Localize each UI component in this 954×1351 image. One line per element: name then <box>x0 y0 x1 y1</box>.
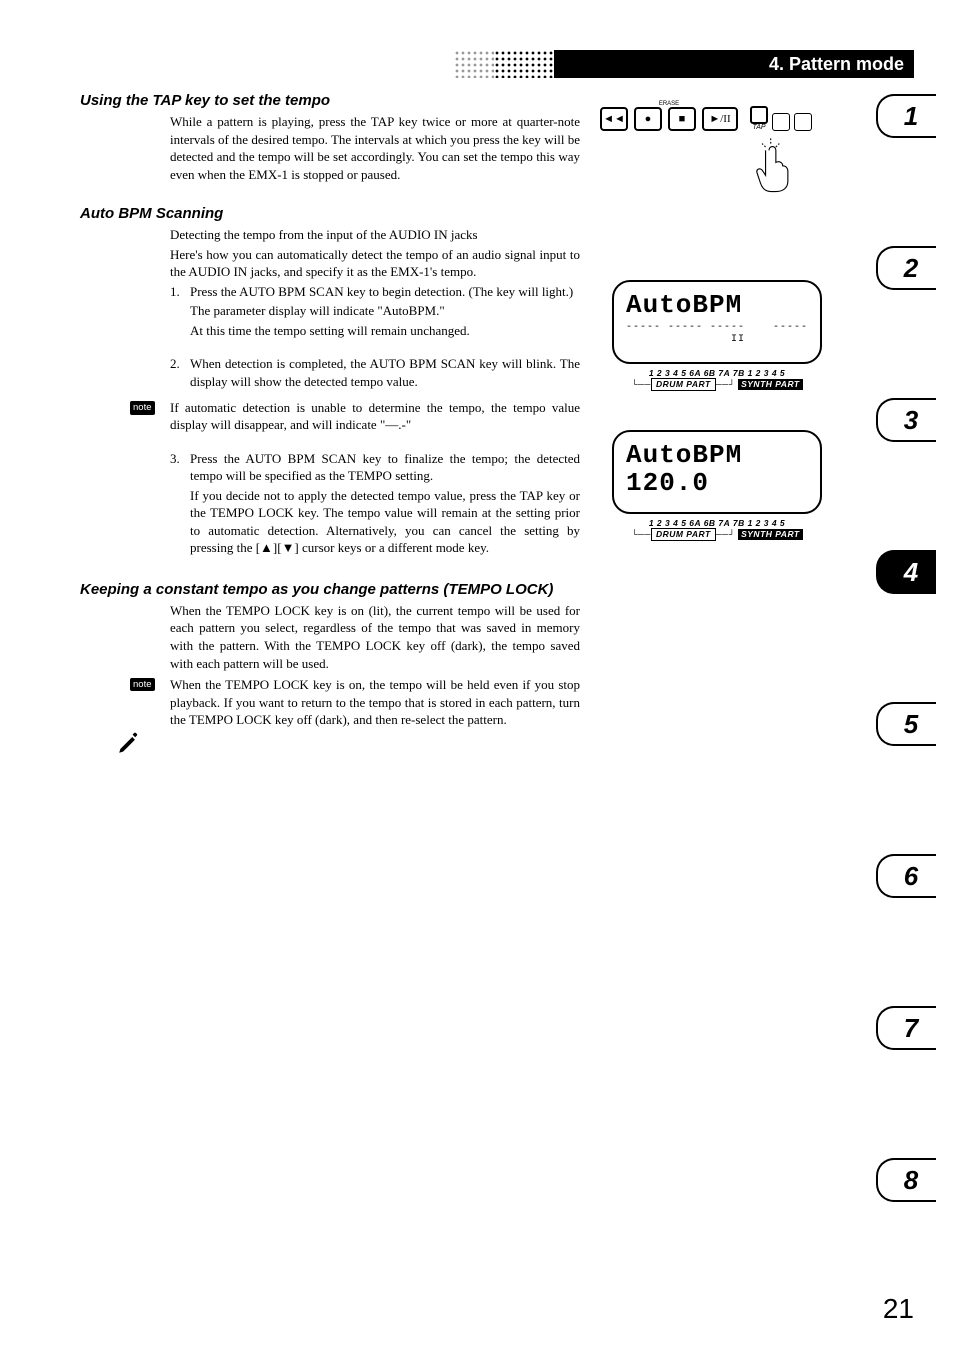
side-tab-2: 2 <box>876 246 936 290</box>
manual-page: 4. Pattern mode 1 2 3 4 5 6 7 8 Using th… <box>0 0 954 1351</box>
lcd1-sub: ----- ----- ----- ----- II <box>626 322 808 346</box>
heading-tap: Using the TAP key to set the tempo <box>80 92 580 109</box>
step-3: 3. Press the AUTO BPM SCAN key to finali… <box>170 450 580 557</box>
step-1: 1. Press the AUTO BPM SCAN key to begin … <box>170 283 580 340</box>
step-number: 1. <box>170 283 180 301</box>
tempolock-note: When the TEMPO LOCK key is on, the tempo… <box>170 674 580 729</box>
side-tabs: 1 2 3 4 5 6 7 8 <box>876 94 936 1202</box>
hand-icon <box>750 135 830 200</box>
side-tab-8: 8 <box>876 1158 936 1202</box>
page-number: 21 <box>883 1293 914 1325</box>
lcd-display-1: AutoBPM ----- ----- ----- ----- II 1 2 3… <box>612 280 822 391</box>
stop-button: ■ <box>668 107 696 131</box>
lcd1-line1: AutoBPM <box>626 292 808 318</box>
step-3b: If you decide not to apply the detected … <box>190 487 580 557</box>
side-tab-4: 4 <box>876 550 936 594</box>
step-1-text: Press the AUTO BPM SCAN key to begin det… <box>190 284 573 299</box>
step-2-note: note If automatic detection is unable to… <box>170 399 580 434</box>
tempolock-body: When the TEMPO LOCK key is on (lit), the… <box>170 602 580 672</box>
ordered-list: 1. Press the AUTO BPM SCAN key to begin … <box>170 283 580 557</box>
header-pattern-fade <box>454 50 494 78</box>
note-badge: note <box>130 678 155 691</box>
step-number: 3. <box>170 450 180 468</box>
record-button: ● <box>634 107 662 131</box>
lcd2-line1: AutoBPM <box>626 442 808 468</box>
side-tab-5: 5 <box>876 702 936 746</box>
step-1b: The parameter display will indicate "Aut… <box>190 302 580 320</box>
step-number: 2. <box>170 355 180 373</box>
autobpm-intro2: Here's how you can automatically detect … <box>170 246 580 281</box>
note-2-text: If automatic detection is unable to dete… <box>170 400 580 433</box>
section-title: 4. Pattern mode <box>769 54 904 75</box>
step-2: 2. When detection is completed, the AUTO… <box>170 355 580 390</box>
side-tab-6: 6 <box>876 854 936 898</box>
autobpm-intro1: Detecting the tempo from the input of th… <box>170 226 580 244</box>
tap-label: TAP <box>750 124 768 131</box>
tap-button <box>750 106 768 124</box>
lcd1-parts: 1 2 3 4 5 6A 6B 7A 7B 1 2 3 4 5 └──DRUM … <box>612 368 822 391</box>
lcd2-line2: 120.0 <box>626 470 808 496</box>
step-2-text: When detection is completed, the AUTO BP… <box>190 356 580 389</box>
part-mute-button <box>772 113 790 131</box>
step-3a: Press the AUTO BPM SCAN key to finalize … <box>190 451 580 484</box>
section-header: 4. Pattern mode <box>554 50 914 78</box>
body-tap: While a pattern is playing, press the TA… <box>170 113 580 183</box>
lcd-display-2: AutoBPM 120.0 1 2 3 4 5 6A 6B 7A 7B 1 2 … <box>612 430 822 541</box>
rewind-button: ◄◄ <box>600 107 628 131</box>
content-column: Using the TAP key to set the tempo While… <box>110 86 580 731</box>
side-tab-1: 1 <box>876 94 936 138</box>
lcd2-parts: 1 2 3 4 5 6A 6B 7A 7B 1 2 3 4 5 └──DRUM … <box>612 518 822 541</box>
side-tab-3: 3 <box>876 398 936 442</box>
side-tab-7: 7 <box>876 1006 936 1050</box>
transport-illustration: ERASE ◄◄ ● ■ ►/II . TAP <box>600 100 830 200</box>
heading-autobpm: Auto BPM Scanning <box>80 205 580 222</box>
pencil-icon <box>116 730 142 762</box>
note-badge: note <box>130 401 155 416</box>
header-pattern <box>494 50 554 78</box>
solo-button <box>794 113 812 131</box>
heading-tempolock: Keeping a constant tempo as you change p… <box>80 581 580 598</box>
step-1c: At this time the tempo setting will rema… <box>190 322 580 340</box>
play-pause-button: ►/II <box>702 107 738 131</box>
